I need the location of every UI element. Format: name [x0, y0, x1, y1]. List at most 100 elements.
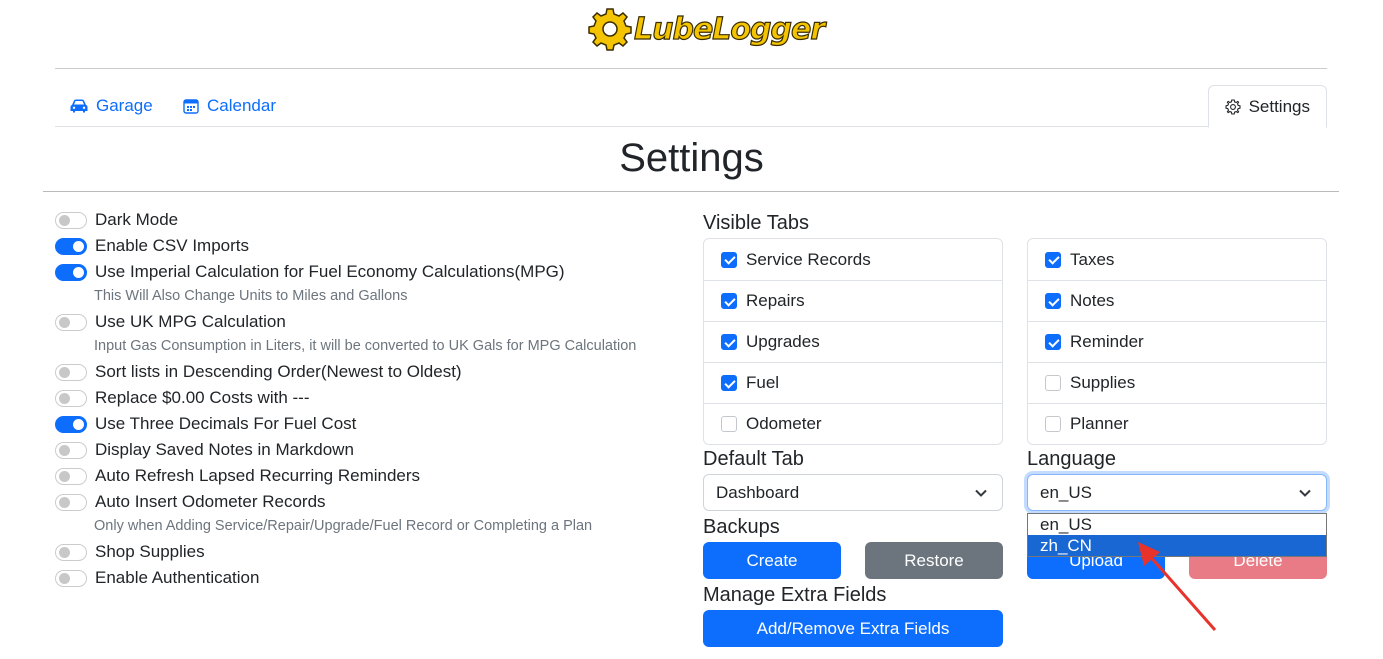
annotation-arrow: [1138, 542, 1217, 631]
toggle-switch[interactable]: [55, 415, 87, 433]
main-nav: Garage Calendar Settings: [55, 85, 1327, 128]
toggle-hint: Only when Adding Service/Repair/Upgrade/…: [94, 518, 593, 534]
toggle-switch[interactable]: [55, 237, 87, 255]
visible-tab-label: Repairs: [746, 291, 805, 310]
gear-icon: [1225, 98, 1241, 115]
toggle-row[interactable]: Auto Insert Odometer Records: [55, 490, 326, 514]
toggle-switch[interactable]: [55, 363, 87, 381]
calendar-icon: [183, 99, 199, 114]
toggle-row[interactable]: Use UK MPG Calculation: [55, 310, 286, 334]
toggle-label: Use UK MPG Calculation: [95, 312, 286, 331]
toggle-switch[interactable]: [55, 569, 87, 587]
toggle-row[interactable]: Dark Mode: [55, 208, 178, 232]
toggle-row[interactable]: Sort lists in Descending Order(Newest to…: [55, 360, 462, 384]
add-remove-extra-fields-button[interactable]: Add/Remove Extra Fields: [703, 610, 1003, 647]
chevron-down-icon: [975, 489, 987, 497]
visible-tab-label: Reminder: [1070, 332, 1144, 351]
toggle-switch[interactable]: [55, 211, 87, 229]
tab-calendar[interactable]: Calendar: [183, 85, 276, 127]
checkbox[interactable]: [1045, 416, 1061, 432]
toggle-switch[interactable]: [55, 467, 87, 485]
tab-garage-label: Garage: [96, 96, 153, 115]
toggle-switch[interactable]: [55, 493, 87, 511]
gear-icon: [588, 8, 632, 51]
visible-tab-label: Service Records: [746, 249, 871, 269]
checkbox[interactable]: [1045, 251, 1061, 268]
visible-tab-item[interactable]: Upgrades: [704, 321, 1002, 362]
toggle-label: Dark Mode: [95, 210, 179, 229]
toggle-label: Auto Insert Odometer Records: [95, 492, 326, 511]
toggle-label: Auto Refresh Lapsed Recurring Reminders: [95, 466, 421, 485]
toggle-row[interactable]: Shop Supplies: [55, 540, 205, 564]
create-backup-button[interactable]: Create: [703, 542, 841, 579]
visible-tab-item[interactable]: Planner: [1028, 403, 1326, 444]
checkbox[interactable]: [1045, 293, 1061, 309]
visible-tab-item[interactable]: Service Records: [704, 239, 1002, 280]
tab-garage[interactable]: Garage: [70, 85, 153, 127]
visible-tab-item[interactable]: Fuel: [704, 362, 1002, 403]
toggle-row[interactable]: Use Three Decimals For Fuel Cost: [55, 412, 356, 436]
tab-calendar-label: Calendar: [207, 96, 276, 115]
checkbox[interactable]: [721, 334, 737, 350]
toggle-hint: This Will Also Change Units to Miles and…: [94, 288, 408, 304]
language-label: Language: [1027, 448, 1116, 470]
language-value: en_US: [1040, 482, 1092, 502]
toggle-label: Display Saved Notes in Markdown: [95, 440, 354, 459]
toggle-label: Shop Supplies: [95, 542, 205, 561]
visible-tab-item[interactable]: Reminder: [1028, 321, 1326, 362]
toggle-switch[interactable]: [55, 543, 87, 561]
toggle-label: Replace $0.00 Costs with ---: [95, 388, 310, 407]
toggle-label: Sort lists in Descending Order(Newest to…: [95, 362, 462, 381]
tab-settings[interactable]: Settings: [1207, 85, 1327, 128]
visible-tab-label: Odometer: [746, 414, 822, 433]
checkbox[interactable]: [1045, 375, 1061, 391]
toggle-label: Use Imperial Calculation for Fuel Econom…: [95, 262, 565, 281]
visible-tabs-label: Visible Tabs: [703, 212, 809, 234]
app-logo[interactable]: LubeLogger: [588, 6, 826, 52]
checkbox[interactable]: [721, 251, 737, 268]
chevron-down-icon: [1299, 489, 1311, 497]
toggle-label: Enable CSV Imports: [95, 236, 250, 255]
visible-tab-item[interactable]: Taxes: [1028, 239, 1326, 280]
toggle-row[interactable]: Display Saved Notes in Markdown: [55, 438, 354, 462]
checkbox[interactable]: [721, 375, 737, 391]
language-select[interactable]: en_US: [1027, 474, 1327, 511]
visible-tab-item[interactable]: Repairs: [704, 280, 1002, 321]
header-divider: [55, 68, 1327, 69]
visible-tab-label: Planner: [1070, 414, 1129, 433]
checkbox[interactable]: [721, 416, 737, 432]
restore-backup-button[interactable]: Restore: [865, 542, 1003, 579]
checkbox[interactable]: [1045, 334, 1061, 350]
toggle-row[interactable]: Enable CSV Imports: [55, 234, 249, 258]
logo-text: LubeLogger: [633, 11, 825, 47]
page-title: Settings: [619, 136, 764, 180]
visible-tab-label: Supplies: [1070, 373, 1136, 392]
toggle-switch[interactable]: [55, 263, 87, 281]
visible-tab-label: Upgrades: [746, 332, 820, 351]
toggle-switch[interactable]: [55, 313, 87, 331]
toggle-switch[interactable]: [55, 441, 87, 459]
title-divider: [43, 191, 1339, 192]
default-tab-label: Default Tab: [703, 448, 804, 470]
checkbox[interactable]: [721, 293, 737, 309]
visible-tab-item[interactable]: Supplies: [1028, 362, 1326, 403]
visible-tab-item[interactable]: Notes: [1028, 280, 1326, 321]
tab-settings-label: Settings: [1248, 96, 1310, 116]
toggle-switch[interactable]: [55, 389, 87, 407]
toggle-row[interactable]: Use Imperial Calculation for Fuel Econom…: [55, 260, 565, 284]
visible-tab-item[interactable]: Odometer: [704, 403, 1002, 444]
default-tab-select[interactable]: Dashboard: [703, 474, 1003, 511]
toggle-row[interactable]: Enable Authentication: [55, 566, 259, 590]
toggle-row[interactable]: Auto Refresh Lapsed Recurring Reminders: [55, 464, 420, 488]
language-option-en-us[interactable]: en_US: [1028, 514, 1326, 535]
toggle-label: Enable Authentication: [95, 568, 260, 587]
visible-tabs-list-right: Taxes Notes Reminder Supplies Planner: [1027, 238, 1327, 445]
visible-tab-label: Fuel: [746, 373, 780, 392]
toggle-row[interactable]: Replace $0.00 Costs with ---: [55, 386, 309, 410]
visible-tab-label: Taxes: [1070, 249, 1115, 269]
car-icon: [70, 99, 88, 113]
backups-label: Backups: [703, 516, 780, 538]
extra-fields-label: Manage Extra Fields: [703, 584, 887, 606]
default-tab-value: Dashboard: [716, 482, 800, 502]
toggle-label: Use Three Decimals For Fuel Cost: [95, 414, 357, 433]
